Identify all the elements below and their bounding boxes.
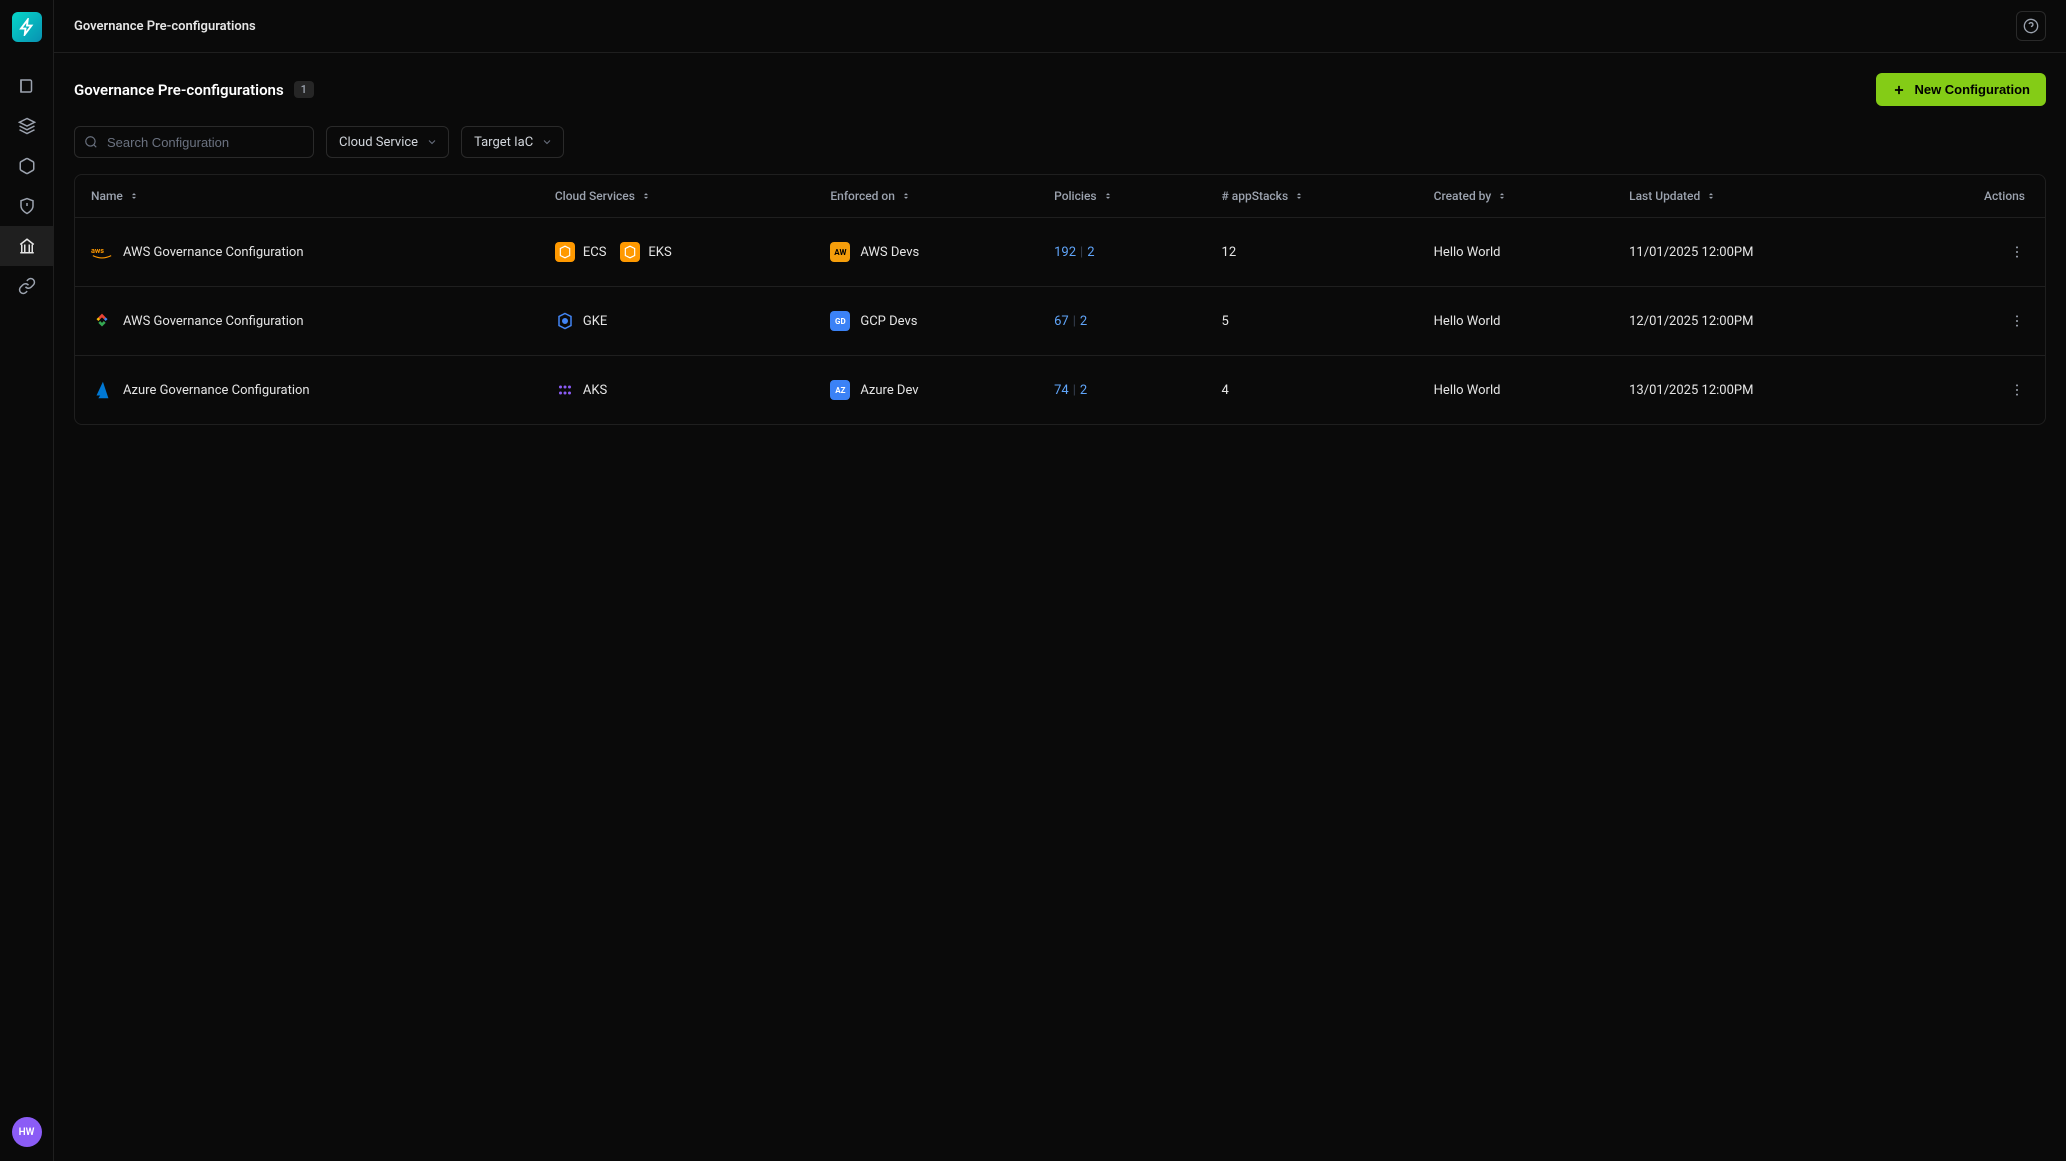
sort-icon xyxy=(1706,191,1716,201)
user-avatar[interactable]: HW xyxy=(12,1117,42,1147)
sort-icon xyxy=(1497,191,1507,201)
table-row[interactable]: AWS Governance Configuration GKE GD GCP Dev… xyxy=(75,287,2045,356)
col-cloud-services[interactable]: Cloud Services xyxy=(539,175,815,218)
sidebar-item-hexagon[interactable] xyxy=(0,146,53,186)
enforced-label: GCP Devs xyxy=(860,314,917,329)
help-icon xyxy=(2023,18,2039,34)
sidebar-item-shield[interactable] xyxy=(0,186,53,226)
azure-icon xyxy=(91,379,113,401)
sidebar-item-book[interactable] xyxy=(0,66,53,106)
team-badge: AZ xyxy=(830,380,850,400)
target-iac-filter-label: Target IaC xyxy=(474,135,533,150)
service-label: EKS xyxy=(648,245,671,260)
last-updated-value: 13/01/2025 12:00PM xyxy=(1629,383,1753,398)
topbar: Governance Pre-configurations xyxy=(54,0,2066,53)
sidebar: HW xyxy=(0,0,54,1161)
gcp-icon xyxy=(91,310,113,332)
enforced-label: AWS Devs xyxy=(860,245,919,260)
created-by-value: Hello World xyxy=(1434,314,1501,329)
more-vertical-icon xyxy=(2009,313,2025,329)
col-enforced-on[interactable]: Enforced on xyxy=(814,175,1038,218)
sort-icon xyxy=(1103,191,1113,201)
sort-icon xyxy=(1294,191,1304,201)
policies-value[interactable]: 67|2 xyxy=(1054,314,1087,329)
count-badge: 1 xyxy=(294,81,314,98)
target-iac-filter[interactable]: Target IaC xyxy=(461,126,564,158)
service-chip: ECS xyxy=(555,242,607,262)
app-logo[interactable] xyxy=(12,12,42,42)
app-stacks-value: 5 xyxy=(1222,314,1229,329)
row-actions-button[interactable] xyxy=(2005,240,2029,264)
sort-icon xyxy=(129,191,139,201)
config-name: Azure Governance Configuration xyxy=(123,383,310,398)
enforced-label: Azure Dev xyxy=(860,383,918,398)
service-label: AKS xyxy=(583,383,607,398)
app-stacks-value: 4 xyxy=(1222,383,1229,398)
app-stacks-value: 12 xyxy=(1222,245,1237,260)
aws-icon: aws xyxy=(91,241,113,263)
gke-icon xyxy=(555,311,575,331)
col-created-by[interactable]: Created by xyxy=(1418,175,1613,218)
cloud-service-filter-label: Cloud Service xyxy=(339,135,418,150)
row-actions-button[interactable] xyxy=(2005,309,2029,333)
created-by-value: Hello World xyxy=(1434,245,1501,260)
aks-icon xyxy=(555,380,575,400)
service-chip: AKS xyxy=(555,380,607,400)
chevron-down-icon xyxy=(541,136,553,148)
policies-value[interactable]: 192|2 xyxy=(1054,245,1094,260)
help-button[interactable] xyxy=(2016,11,2046,41)
page-title: Governance Pre-configurations xyxy=(74,81,284,99)
policies-value[interactable]: 74|2 xyxy=(1054,383,1087,398)
created-by-value: Hello World xyxy=(1434,383,1501,398)
service-chip: GKE xyxy=(555,311,607,331)
new-button-label: New Configuration xyxy=(1914,82,2030,97)
search-input[interactable] xyxy=(74,126,314,158)
cloud-service-filter[interactable]: Cloud Service xyxy=(326,126,449,158)
svg-text:aws: aws xyxy=(91,246,104,255)
col-name[interactable]: Name xyxy=(75,175,539,218)
more-vertical-icon xyxy=(2009,244,2025,260)
service-chip: EKS xyxy=(620,242,671,262)
table-row[interactable]: Azure Governance Configuration AKS AZ Azure… xyxy=(75,356,2045,425)
more-vertical-icon xyxy=(2009,382,2025,398)
service-label: ECS xyxy=(583,245,607,260)
sidebar-item-layers[interactable] xyxy=(0,106,53,146)
plus-icon xyxy=(1892,83,1906,97)
config-name: AWS Governance Configuration xyxy=(123,314,304,329)
main-content: Governance Pre-configurations Governance… xyxy=(54,0,2066,1161)
col-policies[interactable]: Policies xyxy=(1038,175,1205,218)
service-label: GKE xyxy=(583,314,607,329)
row-actions-button[interactable] xyxy=(2005,378,2029,402)
ecs-icon xyxy=(555,242,575,262)
breadcrumb: Governance Pre-configurations xyxy=(74,19,256,34)
last-updated-value: 12/01/2025 12:00PM xyxy=(1629,314,1753,329)
col-actions: Actions xyxy=(1902,175,2045,218)
sidebar-item-link[interactable] xyxy=(0,266,53,306)
team-badge: GD xyxy=(830,311,850,331)
team-badge: AW xyxy=(830,242,850,262)
search-icon xyxy=(84,135,98,149)
last-updated-value: 11/01/2025 12:00PM xyxy=(1629,245,1753,260)
col-last-updated[interactable]: Last Updated xyxy=(1613,175,1902,218)
col-app-stacks[interactable]: # appStacks xyxy=(1206,175,1418,218)
configurations-table: Name Cloud Services Enforced on Policies… xyxy=(74,174,2046,425)
sidebar-item-governance[interactable] xyxy=(0,226,53,266)
new-configuration-button[interactable]: New Configuration xyxy=(1876,73,2046,106)
sort-icon xyxy=(641,191,651,201)
filters-bar: Cloud Service Target IaC xyxy=(74,126,2046,158)
eks-icon xyxy=(620,242,640,262)
page-header: Governance Pre-configurations 1 New Conf… xyxy=(74,73,2046,106)
table-row[interactable]: aws AWS Governance Configuration ECS EKS AW A… xyxy=(75,218,2045,287)
sort-icon xyxy=(901,191,911,201)
chevron-down-icon xyxy=(426,136,438,148)
config-name: AWS Governance Configuration xyxy=(123,245,304,260)
